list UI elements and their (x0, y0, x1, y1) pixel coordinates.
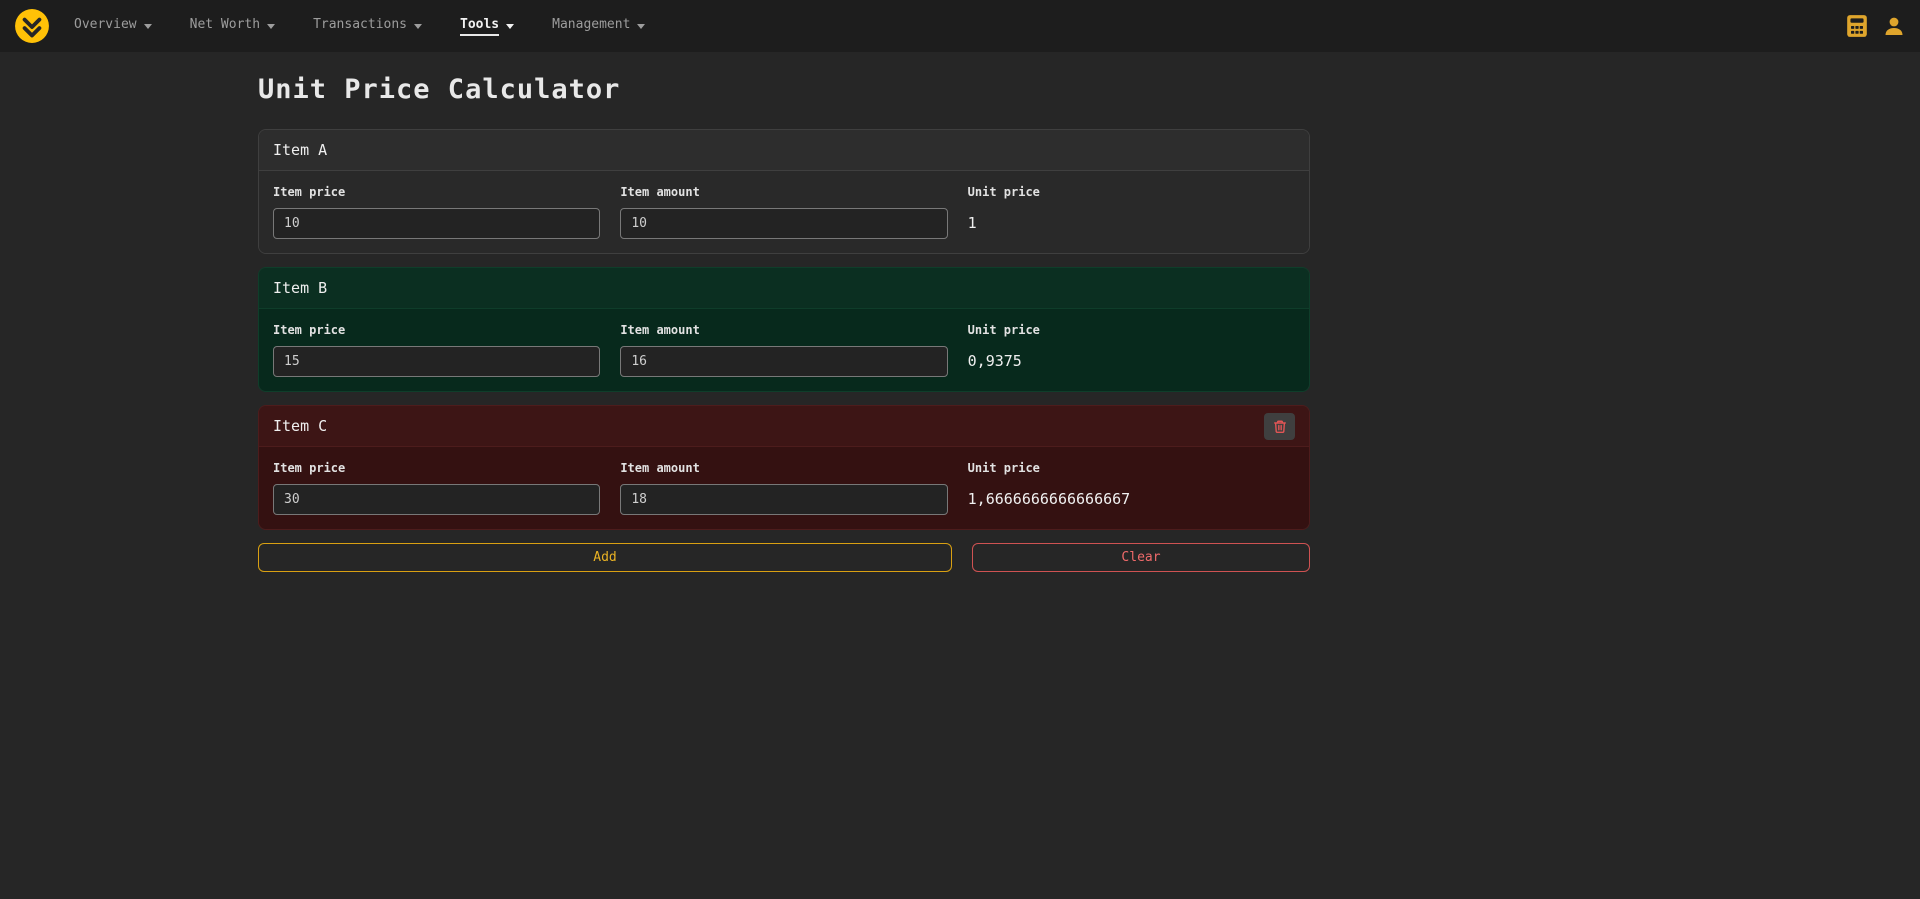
unit-price-value: 1,6666666666666667 (968, 490, 1295, 508)
item-card-title: Item C (273, 417, 327, 435)
chevron-down-icon (144, 24, 152, 29)
item-price-input[interactable] (273, 208, 600, 239)
item-amount-label: Item amount (620, 461, 947, 475)
item-card-header: Item C (259, 406, 1309, 447)
item-card-body: Item price Item amount Unit price 1,6666… (259, 447, 1309, 529)
main-content: Unit Price Calculator Item A Item price … (258, 52, 1310, 572)
page-title: Unit Price Calculator (258, 74, 1310, 105)
item-price-label: Item price (273, 323, 600, 337)
nav-item-label: Net Worth (190, 17, 260, 36)
nav-item-tools[interactable]: Tools (460, 0, 514, 52)
unit-price-label: Unit price (968, 461, 1295, 475)
item-price-label: Item price (273, 185, 600, 199)
unit-price-label: Unit price (968, 323, 1295, 337)
app-logo[interactable] (14, 8, 50, 44)
nav-item-label: Transactions (313, 17, 407, 36)
nav-item-label: Management (552, 17, 630, 36)
delete-item-button[interactable] (1264, 413, 1295, 440)
clear-button[interactable]: Clear (972, 543, 1310, 572)
nav-item-label: Tools (460, 17, 499, 36)
unit-price-field: Unit price 1 (968, 185, 1295, 239)
item-price-input[interactable] (273, 484, 600, 515)
nav-item-net-worth[interactable]: Net Worth (190, 0, 275, 52)
unit-price-label: Unit price (968, 185, 1295, 199)
item-card-b: Item B Item price Item amount Unit price… (258, 267, 1310, 392)
user-icon[interactable] (1882, 14, 1906, 38)
calculator-icon[interactable] (1846, 14, 1868, 38)
item-amount-field: Item amount (620, 323, 947, 377)
actions-row: Add Clear (258, 543, 1310, 572)
item-price-field: Item price (273, 461, 600, 515)
item-card-header: Item B (259, 268, 1309, 309)
item-card-body: Item price Item amount Unit price 0,9375 (259, 309, 1309, 391)
item-card-body: Item price Item amount Unit price 1 (259, 171, 1309, 253)
item-price-field: Item price (273, 323, 600, 377)
item-price-field: Item price (273, 185, 600, 239)
chevron-down-icon (506, 24, 514, 29)
item-amount-label: Item amount (620, 323, 947, 337)
unit-price-field: Unit price 1,6666666666666667 (968, 461, 1295, 515)
item-amount-input[interactable] (620, 208, 947, 239)
item-card-title: Item A (273, 141, 327, 159)
nav-item-management[interactable]: Management (552, 0, 645, 52)
chevron-down-icon (414, 24, 422, 29)
chevron-down-icon (637, 24, 645, 29)
item-amount-input[interactable] (620, 346, 947, 377)
item-amount-field: Item amount (620, 185, 947, 239)
add-button[interactable]: Add (258, 543, 952, 572)
item-price-input[interactable] (273, 346, 600, 377)
item-card-header: Item A (259, 130, 1309, 171)
double-chevron-logo-icon (14, 8, 50, 44)
trash-icon (1273, 419, 1287, 434)
unit-price-value: 1 (968, 214, 1295, 232)
navbar-right (1846, 14, 1906, 38)
nav-item-label: Overview (74, 17, 137, 36)
item-amount-field: Item amount (620, 461, 947, 515)
unit-price-field: Unit price 0,9375 (968, 323, 1295, 377)
chevron-down-icon (267, 24, 275, 29)
item-card-c: Item C Item price Item amount Unit price… (258, 405, 1310, 530)
top-navbar: Overview Net Worth Transactions Tools Ma… (0, 0, 1920, 52)
nav-item-overview[interactable]: Overview (74, 0, 152, 52)
item-card-a: Item A Item price Item amount Unit price… (258, 129, 1310, 254)
unit-price-value: 0,9375 (968, 352, 1295, 370)
item-price-label: Item price (273, 461, 600, 475)
item-card-title: Item B (273, 279, 327, 297)
item-amount-input[interactable] (620, 484, 947, 515)
item-amount-label: Item amount (620, 185, 947, 199)
nav-items: Overview Net Worth Transactions Tools Ma… (74, 0, 645, 52)
nav-item-transactions[interactable]: Transactions (313, 0, 422, 52)
